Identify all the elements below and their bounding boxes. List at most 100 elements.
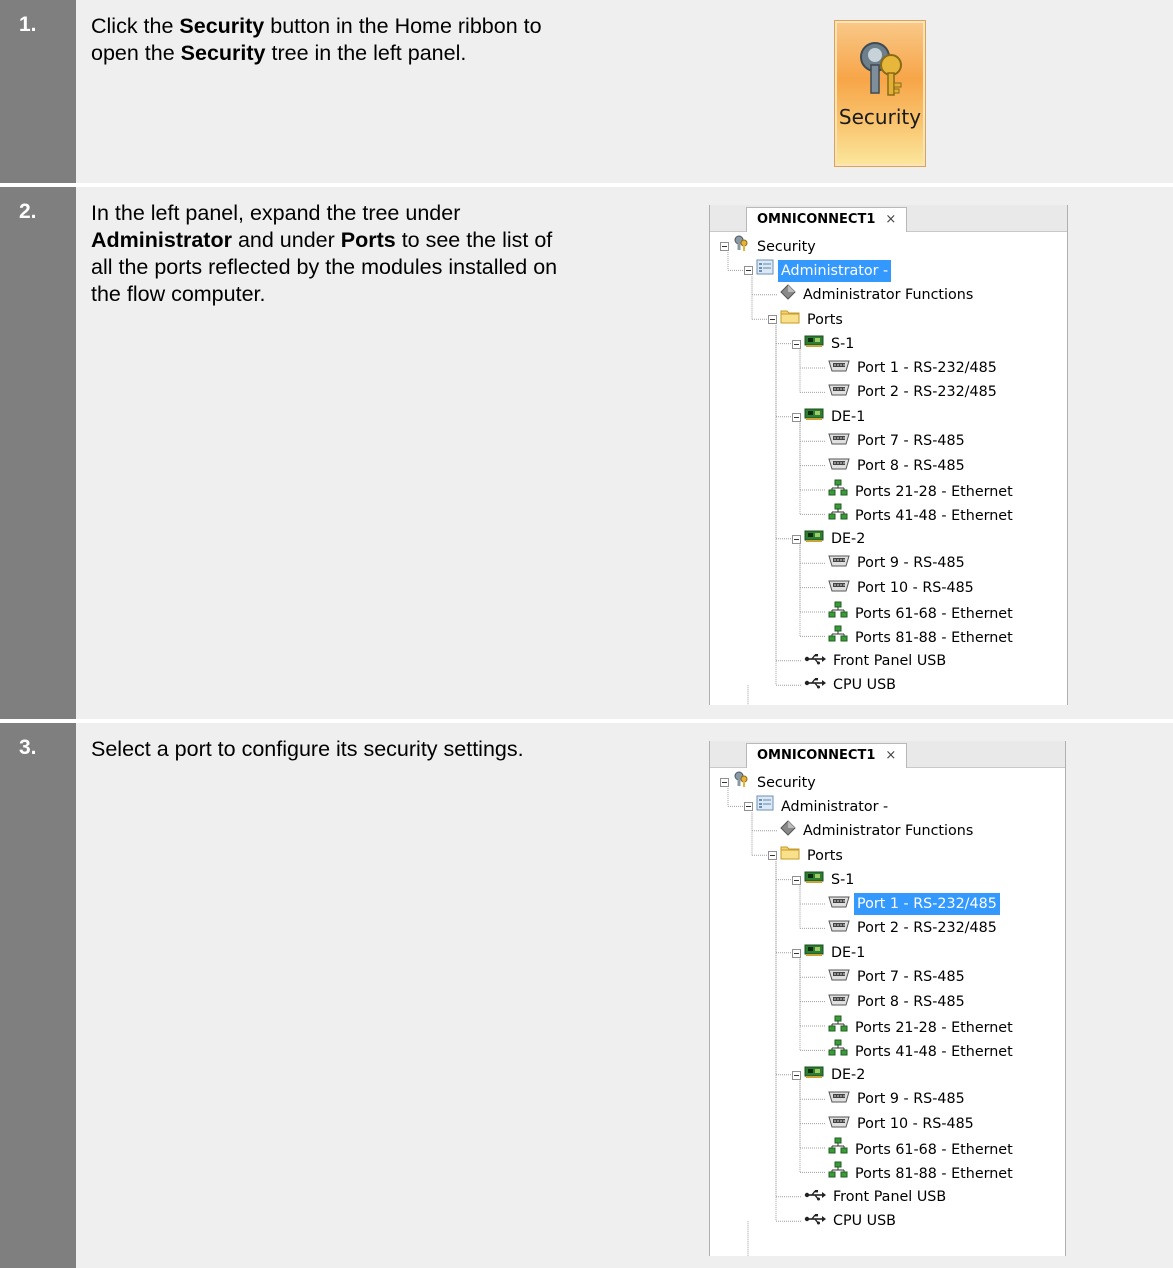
collapse-toggle-de-1[interactable] — [792, 412, 801, 422]
usb-icon — [804, 1186, 826, 1208]
close-icon[interactable]: × — [885, 748, 896, 763]
tab-omniconnect1[interactable]: OMNICONNECT1 × — [746, 207, 908, 232]
tree-node-port-9-rs-485[interactable]: Port 9 - RS-485 — [828, 1088, 968, 1110]
ethernet-network-icon — [828, 1137, 848, 1162]
tree-node-port-10-rs-485[interactable]: Port 10 - RS-485 — [828, 577, 977, 599]
tree-node-port-9-rs-485[interactable]: Port 9 - RS-485 — [828, 552, 968, 574]
module-board-icon — [804, 869, 824, 891]
tree-node-cpu-usb[interactable]: CPU USB — [804, 674, 899, 696]
collapse-toggle-security[interactable] — [720, 242, 729, 251]
tree-node-de-2[interactable]: DE-2 — [804, 528, 868, 550]
tree-node-security[interactable]: Security — [732, 235, 819, 257]
tree-node-s-1[interactable]: S-1 — [804, 333, 857, 355]
text-bold-security: Security — [180, 41, 266, 65]
collapse-toggle-s-1[interactable] — [792, 875, 801, 885]
tree-node-ports-81-88-ethernet[interactable]: Ports 81-88 - Ethernet — [828, 1161, 1016, 1183]
tree-node-ports[interactable]: Ports — [780, 844, 846, 866]
tree-node-label: Ports 21-28 - Ethernet — [855, 1019, 1013, 1036]
tree-node-front-panel-usb[interactable]: Front Panel USB — [804, 1186, 949, 1208]
tree-node-de-1[interactable]: DE-1 — [804, 942, 868, 964]
tree-node-de-2[interactable]: DE-2 — [804, 1064, 868, 1086]
security-button-label: Security — [838, 105, 922, 129]
tree-node-ports-21-28-ethernet[interactable]: Ports 21-28 - Ethernet — [828, 1015, 1016, 1037]
tree-node-label: Ports 41-48 - Ethernet — [855, 1043, 1013, 1060]
tree-node-cpu-usb[interactable]: CPU USB — [804, 1210, 899, 1232]
tree-node-port-1-rs-232-485[interactable]: Port 1 - RS-232/485 — [828, 357, 1000, 379]
tree-node-label: DE-1 — [831, 408, 866, 425]
admin-form-icon — [756, 795, 774, 818]
module-board-icon — [804, 406, 824, 428]
tree-node-administrator-functions[interactable]: Administrator Functions — [780, 284, 976, 306]
tree-node-label: Port 9 - RS-485 — [857, 555, 965, 572]
tab-omniconnect1[interactable]: OMNICONNECT1 × — [746, 743, 908, 768]
tree-node-label: Port 1 - RS-232/485 — [854, 893, 1000, 915]
tab-title: OMNICONNECT1 — [757, 748, 876, 763]
tree-node-ports-81-88-ethernet[interactable]: Ports 81-88 - Ethernet — [828, 625, 1016, 647]
collapse-toggle-administrator[interactable] — [744, 266, 753, 276]
collapse-toggle-ports[interactable] — [768, 315, 777, 325]
tree-node-label: S-1 — [831, 335, 855, 352]
tree-node-label: Security — [757, 774, 816, 791]
tree-node-label: Ports 21-28 - Ethernet — [855, 483, 1013, 500]
tree-node-port-2-rs-232-485[interactable]: Port 2 - RS-232/485 — [828, 917, 1000, 939]
tree-node-label: Port 7 - RS-485 — [857, 969, 965, 986]
security-key-icon — [732, 771, 750, 794]
tree-node-ports-21-28-ethernet[interactable]: Ports 21-28 - Ethernet — [828, 479, 1016, 501]
serial-port-icon — [828, 1088, 850, 1110]
collapse-toggle-security[interactable] — [720, 778, 729, 787]
step-3: 3. Select a port to configure its securi… — [0, 723, 1173, 1268]
collapse-toggle-de-1[interactable] — [792, 948, 801, 958]
tree-node-ports-41-48-ethernet[interactable]: Ports 41-48 - Ethernet — [828, 1039, 1016, 1061]
collapse-toggle-de-2[interactable] — [792, 1070, 801, 1080]
module-board-icon — [804, 528, 824, 550]
step-number: 3. — [0, 723, 76, 1268]
tree-node-administrator[interactable]: Administrator - — [756, 795, 891, 817]
tree-node-label: Port 2 - RS-232/485 — [857, 920, 997, 937]
collapse-toggle-de-2[interactable] — [792, 534, 801, 544]
tree-node-label: Port 10 - RS-485 — [857, 579, 974, 596]
tree-node-port-1-rs-232-485[interactable]: Port 1 - RS-232/485 — [828, 893, 1000, 915]
tree-node-administrator[interactable]: Administrator - — [756, 259, 892, 282]
collapse-toggle-ports[interactable] — [768, 851, 777, 861]
tree-node-label: Front Panel USB — [833, 1188, 947, 1205]
tree-node-ports-61-68-ethernet[interactable]: Ports 61-68 - Ethernet — [828, 601, 1016, 623]
tree-node-security[interactable]: Security — [732, 771, 819, 793]
tree-node-port-7-rs-485[interactable]: Port 7 - RS-485 — [828, 430, 968, 452]
tree-node-port-2-rs-232-485[interactable]: Port 2 - RS-232/485 — [828, 381, 1000, 403]
text-bold-ports: Ports — [340, 228, 396, 252]
serial-port-icon — [828, 966, 850, 988]
collapse-toggle-administrator[interactable] — [744, 802, 753, 812]
tree-node-ports[interactable]: Ports — [780, 308, 846, 330]
tree-node-label: Ports — [807, 847, 843, 864]
tree-node-port-8-rs-485[interactable]: Port 8 - RS-485 — [828, 991, 968, 1013]
close-icon[interactable]: × — [885, 212, 896, 227]
tree-node-label: CPU USB — [833, 677, 896, 694]
tree-node-port-7-rs-485[interactable]: Port 7 - RS-485 — [828, 966, 968, 988]
tree-node-label: Ports 81-88 - Ethernet — [855, 1165, 1013, 1182]
serial-port-icon — [828, 1113, 850, 1135]
tree-node-label: Port 9 - RS-485 — [857, 1091, 965, 1108]
tree-panel: OMNICONNECT1 × Security Administrator - Adm… — [709, 741, 1066, 1256]
tree-node-front-panel-usb[interactable]: Front Panel USB — [804, 650, 949, 672]
tree-node-ports-61-68-ethernet[interactable]: Ports 61-68 - Ethernet — [828, 1137, 1016, 1159]
collapse-toggle-s-1[interactable] — [792, 339, 801, 349]
tree-node-administrator-functions[interactable]: Administrator Functions — [780, 820, 976, 842]
text-segment: and under — [231, 228, 341, 252]
tree-node-port-10-rs-485[interactable]: Port 10 - RS-485 — [828, 1113, 977, 1135]
module-board-icon — [804, 333, 824, 355]
tree-node-port-8-rs-485[interactable]: Port 8 - RS-485 — [828, 455, 968, 477]
step-number: 1. — [0, 0, 76, 183]
tree-node-de-1[interactable]: DE-1 — [804, 406, 868, 428]
tree-node-label: Administrator Functions — [803, 287, 974, 304]
tree-node-label: Administrator - — [778, 259, 892, 282]
tree-node-label: Administrator Functions — [803, 823, 974, 840]
security-ribbon-button[interactable]: Security — [834, 20, 926, 167]
tree-node-s-1[interactable]: S-1 — [804, 869, 857, 891]
tree-panel: OMNICONNECT1 × Security Administrator - Adm… — [709, 205, 1068, 705]
tree-node-label: Ports 81-88 - Ethernet — [855, 629, 1013, 646]
tree-node-label: CPU USB — [833, 1213, 896, 1230]
ethernet-network-icon — [828, 1015, 848, 1040]
tree-node-label: Port 7 - RS-485 — [857, 433, 965, 450]
tree-node-ports-41-48-ethernet[interactable]: Ports 41-48 - Ethernet — [828, 503, 1016, 525]
usb-icon — [804, 650, 826, 672]
